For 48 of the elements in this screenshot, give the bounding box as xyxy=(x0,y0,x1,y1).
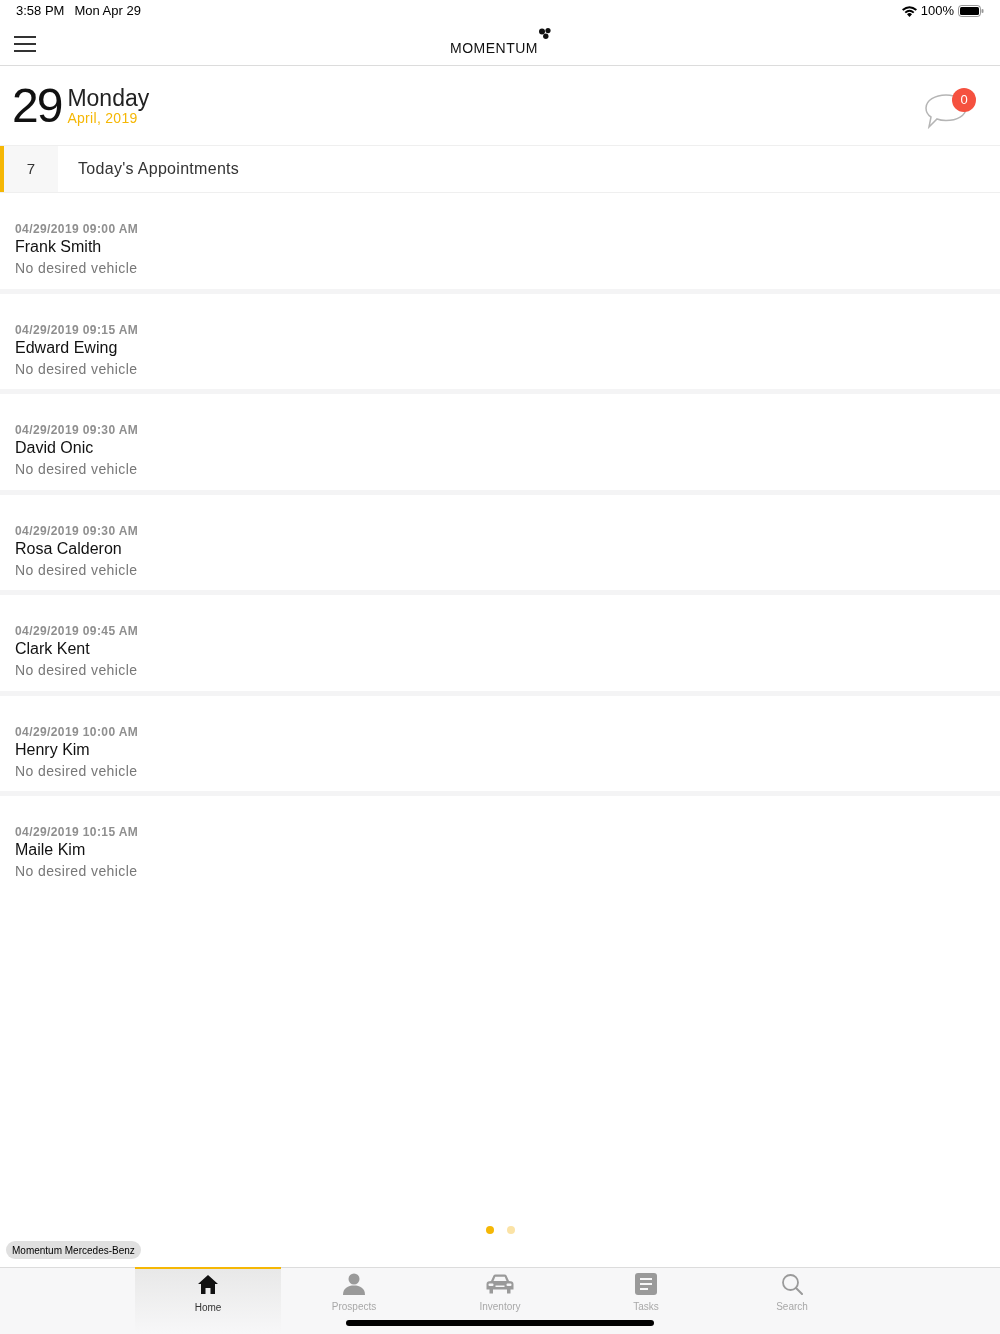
document-icon xyxy=(635,1273,657,1295)
battery-icon xyxy=(958,5,984,17)
vehicle-note: No desired vehicle xyxy=(15,761,138,780)
appointment-datetime: 04/29/2019 10:00 AM xyxy=(15,723,139,740)
home-icon xyxy=(198,1274,218,1294)
customer-name: Henry Kim xyxy=(15,739,90,760)
appointment-item[interactable]: 04/29/2019 09:00 AM Frank Smith No desired vehicle xyxy=(0,193,1000,289)
customer-name: Edward Ewing xyxy=(15,337,118,358)
weekday: Monday xyxy=(67,85,150,110)
vehicle-note: No desired vehicle xyxy=(15,460,138,478)
appointment-datetime: 04/29/2019 09:30 AM xyxy=(15,522,139,539)
person-icon xyxy=(343,1273,365,1295)
vehicle-note: No desired vehicle xyxy=(15,359,138,378)
status-time: 3:58 PM xyxy=(16,2,65,21)
logo-text: MOMENTUM xyxy=(450,39,538,58)
status-date: Mon Apr 29 xyxy=(74,2,141,21)
appointment-datetime: 04/29/2019 09:30 AM xyxy=(15,422,139,438)
appointment-item[interactable]: 04/29/2019 09:45 AM Clark Kent No desired vehicle xyxy=(0,595,1000,691)
appointment-count: 7 xyxy=(4,146,58,192)
day-number: 29 xyxy=(12,81,62,130)
battery-percent: 100% xyxy=(920,2,954,21)
vehicle-note: No desired vehicle xyxy=(15,259,138,277)
appointment-item[interactable]: 04/29/2019 09:30 AM Rosa Calderon No desired vehicle xyxy=(0,494,1000,590)
vehicle-note: No desired vehicle xyxy=(15,862,138,880)
vehicle-note: No desired vehicle xyxy=(15,661,138,679)
vehicle-note: No desired vehicle xyxy=(15,560,138,579)
appointment-item[interactable]: 04/29/2019 10:15 AM Maile Kim No desired vehicle xyxy=(0,796,1000,892)
dealer-chip: Momentum Mercedes-Benz xyxy=(6,1241,141,1259)
wifi-icon xyxy=(901,5,917,17)
summary-title: Today's Appointments xyxy=(78,159,240,179)
logo-dots-icon xyxy=(539,28,551,39)
appointment-datetime: 04/29/2019 10:15 AM xyxy=(15,824,139,840)
customer-name: David Onic xyxy=(15,438,94,458)
menu-button[interactable] xyxy=(14,35,36,52)
appointment-datetime: 04/29/2019 09:00 AM xyxy=(15,221,139,237)
search-icon xyxy=(781,1273,803,1295)
appointment-item[interactable]: 04/29/2019 10:00 AM Henry Kim No desired vehicle xyxy=(0,695,1000,791)
customer-name: Rosa Calderon xyxy=(15,538,122,559)
appointment-item[interactable]: 04/29/2019 09:30 AM David Onic No desired vehicle xyxy=(0,394,1000,490)
car-icon xyxy=(486,1274,514,1294)
customer-name: Frank Smith xyxy=(15,237,102,257)
month-year: April, 2019 xyxy=(67,109,138,126)
message-count-badge: 0 xyxy=(952,87,976,112)
appointment-datetime: 04/29/2019 09:15 AM xyxy=(15,321,139,338)
customer-name: Maile Kim xyxy=(15,840,86,860)
customer-name: Clark Kent xyxy=(15,639,90,659)
appointment-datetime: 04/29/2019 09:45 AM xyxy=(15,623,139,639)
appointment-item[interactable]: 04/29/2019 09:15 AM Edward Ewing No desired vehicle xyxy=(0,293,1000,389)
